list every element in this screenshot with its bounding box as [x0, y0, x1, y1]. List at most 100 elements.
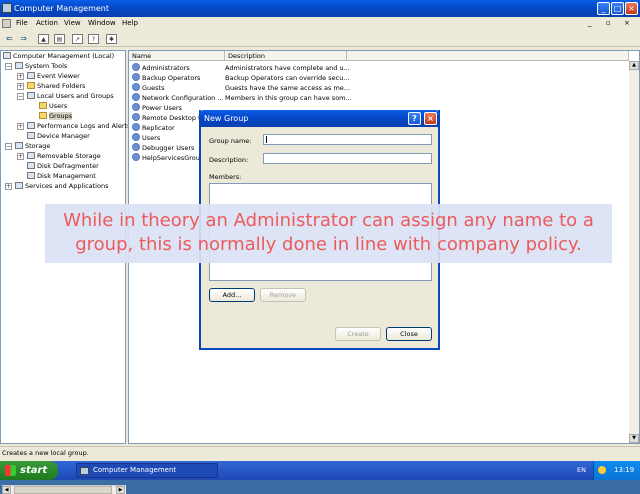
tree-local-users-groups[interactable]: Local Users and Groups	[27, 92, 114, 101]
maximize-button[interactable]: □	[611, 2, 624, 15]
help-book-icon[interactable]: ?	[88, 34, 99, 44]
expand-toggle[interactable]: +	[17, 83, 24, 90]
expand-toggle[interactable]: +	[17, 73, 24, 80]
tree-disk-management[interactable]: Disk Management	[27, 172, 96, 181]
tree-disk-defragmenter[interactable]: Disk Defragmenter	[27, 162, 99, 171]
removable-storage-icon	[27, 152, 35, 159]
folder-icon	[39, 102, 47, 109]
child-restore-button[interactable]: ▫	[606, 19, 611, 27]
toolbar: ⇐ ⇒ ▲ ▤ ↗ ? ✱	[0, 31, 640, 47]
expand-toggle[interactable]: +	[17, 153, 24, 160]
expand-toggle[interactable]: +	[17, 123, 24, 130]
tree-storage[interactable]: Storage	[15, 142, 50, 151]
group-icon	[132, 103, 140, 111]
document-icon[interactable]	[2, 19, 11, 28]
users-icon	[27, 92, 35, 99]
tree-groups[interactable]: Groups	[39, 112, 73, 121]
expand-toggle[interactable]: −	[17, 93, 24, 100]
scroll-up-arrow-icon[interactable]: ▲	[629, 61, 639, 70]
group-icon	[132, 113, 140, 121]
minimize-button[interactable]: _	[597, 2, 610, 15]
description-label: Description:	[209, 156, 249, 164]
expand-toggle[interactable]: +	[5, 183, 12, 190]
close-dialog-button[interactable]: Close	[386, 327, 432, 341]
column-header-empty	[347, 51, 629, 61]
column-header-description[interactable]: Description	[225, 51, 347, 61]
device-manager-icon	[27, 132, 35, 139]
dialog-title-bar[interactable]: New Group ? ×	[199, 110, 440, 127]
list-vertical-scrollbar[interactable]: ▲ ▼	[629, 61, 639, 443]
tree-event-viewer[interactable]: Event Viewer	[27, 72, 80, 81]
folder-icon	[39, 112, 47, 119]
group-icon	[132, 153, 140, 161]
column-header-name[interactable]: Name	[129, 51, 225, 61]
remove-button[interactable]: Remove	[260, 288, 306, 302]
tree-services-applications[interactable]: Services and Applications	[15, 182, 108, 191]
language-indicator[interactable]: EN	[577, 461, 586, 480]
tree-horizontal-scrollbar[interactable]: ◀ ▶	[2, 485, 126, 494]
menu-file[interactable]: File	[16, 19, 28, 27]
list-item[interactable]: Backup Operators Backup Operators can ove…	[129, 73, 350, 83]
menu-action[interactable]: Action	[36, 19, 58, 27]
group-icon	[132, 133, 140, 141]
export-list-icon[interactable]: ↗	[72, 34, 83, 44]
group-icon	[132, 123, 140, 131]
start-button[interactable]: start	[0, 461, 58, 480]
members-label: Members:	[209, 173, 242, 181]
tree-users[interactable]: Users	[39, 102, 67, 111]
back-arrow-icon[interactable]: ⇐	[4, 34, 15, 44]
child-minimize-button[interactable]: _	[588, 19, 592, 27]
forward-arrow-icon[interactable]: ⇒	[18, 34, 29, 44]
disk-management-icon	[27, 172, 35, 179]
create-button[interactable]: Create	[335, 327, 381, 341]
tutorial-caption: While in theory an Administrator can ass…	[45, 204, 612, 263]
list-item[interactable]: Administrators Administrators have comple…	[129, 63, 350, 73]
scroll-down-arrow-icon[interactable]: ▼	[629, 434, 639, 443]
clock[interactable]: 13:19	[614, 461, 634, 480]
tree-system-tools[interactable]: System Tools	[15, 62, 67, 71]
list-item[interactable]: Network Configuration ... Members in this…	[129, 93, 352, 103]
scroll-thumb[interactable]	[14, 486, 112, 494]
show-hide-tree-icon[interactable]: ▤	[54, 34, 65, 44]
computer-icon	[3, 52, 11, 59]
dialog-close-button[interactable]: ×	[424, 112, 437, 125]
folder-icon	[27, 82, 35, 89]
menu-view[interactable]: View	[64, 19, 81, 27]
list-item[interactable]: Guests Guests have the same access as me.…	[129, 83, 350, 93]
window-title: Computer Management	[14, 4, 110, 13]
group-name-label: Group name:	[209, 137, 252, 145]
storage-icon	[15, 142, 23, 149]
taskbar-item-computer-management[interactable]: Computer Management	[76, 463, 218, 478]
menu-window[interactable]: Window	[88, 19, 116, 27]
expand-toggle[interactable]: −	[5, 143, 12, 150]
group-icon	[132, 93, 140, 101]
menu-help[interactable]: Help	[122, 19, 138, 27]
description-input[interactable]	[263, 153, 432, 164]
scroll-left-arrow-icon[interactable]: ◀	[2, 486, 11, 494]
help-button[interactable]: ?	[408, 112, 421, 125]
close-button[interactable]: ×	[625, 2, 638, 15]
scroll-right-arrow-icon[interactable]: ▶	[116, 486, 125, 494]
group-name-input[interactable]	[263, 134, 432, 145]
status-bar: Creates a new local group.	[0, 446, 640, 461]
tree-device-manager[interactable]: Device Manager	[27, 132, 90, 141]
expand-toggle[interactable]: −	[5, 63, 12, 70]
tree-removable-storage[interactable]: Removable Storage	[27, 152, 101, 161]
new-group-icon[interactable]: ✱	[106, 34, 117, 44]
services-icon	[15, 182, 23, 189]
group-icon	[132, 143, 140, 151]
system-tray: 13:19	[593, 461, 640, 480]
child-close-button[interactable]: ×	[624, 19, 630, 27]
tree-root[interactable]: Computer Management (Local)	[3, 52, 114, 61]
group-icon	[132, 73, 140, 81]
title-bar[interactable]: Computer Management _ □ ×	[0, 0, 640, 17]
tray-notification-icon[interactable]	[598, 466, 606, 474]
computer-management-icon	[2, 3, 12, 13]
add-button[interactable]: Add...	[209, 288, 255, 302]
up-folder-icon[interactable]: ▲	[38, 34, 49, 44]
taskbar: start Computer Management EN 13:19	[0, 461, 640, 480]
tree-performance-logs[interactable]: Performance Logs and Alerts	[27, 122, 130, 131]
event-viewer-icon	[27, 72, 35, 79]
tree-shared-folders[interactable]: Shared Folders	[27, 82, 85, 91]
windows-flag-icon	[5, 465, 16, 476]
